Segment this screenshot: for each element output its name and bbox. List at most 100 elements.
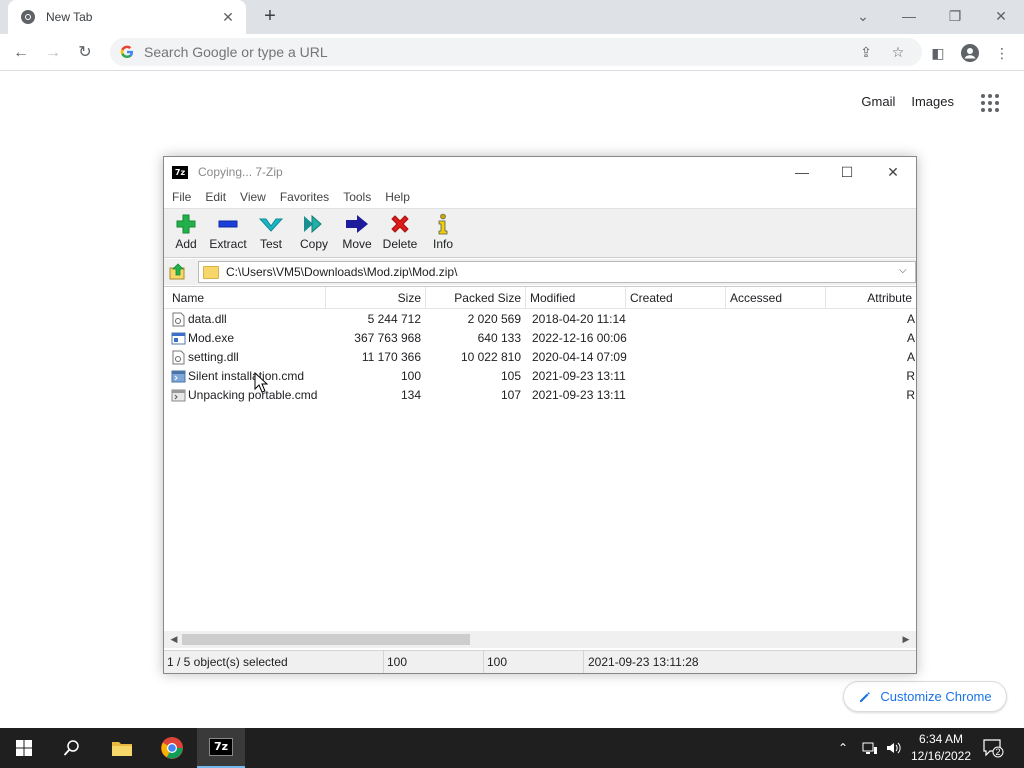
menu-help[interactable]: Help — [385, 187, 417, 207]
back-icon[interactable]: ← — [8, 40, 34, 66]
clock-time: 6:34 AM — [918, 732, 964, 746]
folder-up-icon[interactable] — [169, 263, 187, 281]
column-attribute[interactable]: Attribute — [826, 287, 916, 309]
menu-icon[interactable]: ⋮ — [990, 41, 1014, 65]
chrome-taskbar-button[interactable] — [148, 728, 196, 768]
arrow-right-icon — [346, 215, 368, 233]
test-button[interactable]: Test — [249, 212, 293, 256]
menu-file[interactable]: File — [172, 187, 198, 207]
double-arrow-icon — [304, 214, 322, 234]
status-selection: 1 / 5 object(s) selected — [164, 651, 384, 673]
info-icon — [438, 213, 448, 235]
x-icon — [391, 215, 409, 233]
restore-button[interactable]: ❐ — [935, 4, 975, 28]
omnibox-input[interactable] — [144, 44, 784, 60]
tab-new-tab[interactable]: New Tab ✕ — [8, 0, 246, 34]
customize-chrome-button[interactable]: Customize Chrome — [843, 681, 1007, 712]
delete-button[interactable]: Delete — [378, 212, 422, 256]
close-button[interactable]: ✕ — [981, 4, 1021, 28]
7zip-address-bar: C:\Users\VM5\Downloads\Mod.zip\Mod.zip\ … — [164, 259, 916, 285]
7zip-status-bar: 1 / 5 object(s) selected 100 100 2021-09… — [164, 650, 916, 673]
status-packed: 100 — [484, 651, 584, 673]
column-packed-size[interactable]: Packed Size — [426, 287, 526, 309]
copy-button[interactable]: Copy — [292, 212, 336, 256]
tab-close-icon[interactable]: ✕ — [220, 9, 236, 25]
check-icon — [259, 218, 283, 232]
pencil-icon — [860, 691, 871, 702]
chrome-icon — [21, 10, 35, 24]
minus-icon — [218, 220, 238, 228]
file-row-selected[interactable]: Silent installation.cmd 100 105 2021-09-… — [164, 367, 916, 386]
move-button[interactable]: Move — [335, 212, 379, 256]
scroll-right-icon[interactable]: ▶ — [898, 632, 914, 647]
share-icon[interactable]: ⇪ — [856, 42, 876, 62]
file-explorer-button[interactable] — [98, 728, 146, 768]
ntp-links: Gmail Images — [861, 94, 954, 109]
file-explorer-icon — [112, 742, 132, 756]
column-created[interactable]: Created — [626, 287, 726, 309]
chrome-icon — [161, 737, 183, 759]
7zip-maximize-button[interactable]: ☐ — [825, 160, 869, 184]
info-button[interactable]: Info — [421, 212, 465, 256]
apps-grid-icon[interactable] — [981, 94, 999, 112]
7zip-menu-bar: File Edit View Favorites Tools Help — [164, 187, 916, 207]
path-field[interactable]: C:\Users\VM5\Downloads\Mod.zip\Mod.zip\ … — [198, 261, 916, 283]
7zip-taskbar-button[interactable]: 7z — [197, 728, 245, 768]
menu-edit[interactable]: Edit — [205, 187, 233, 207]
customize-label: Customize Chrome — [880, 689, 992, 704]
file-row[interactable]: setting.dll 11 170 366 10 022 810 2020-0… — [164, 348, 916, 367]
file-row[interactable]: Unpacking portable.cmd 134 107 2021-09-2… — [164, 386, 916, 405]
bookmark-star-icon[interactable]: ☆ — [888, 42, 908, 62]
chrome-toolbar: ← → ↻ ⇪ ☆ ◧ ⋮ — [0, 34, 1024, 71]
network-icon[interactable] — [862, 728, 878, 768]
file-list[interactable]: Name Size Packed Size Modified Created A… — [164, 286, 916, 633]
column-size[interactable]: Size — [326, 287, 426, 309]
chevron-down-icon[interactable]: ⌵ — [899, 265, 911, 279]
search-icon — [63, 740, 79, 756]
windows-logo-icon — [16, 740, 32, 756]
status-size: 100 — [384, 651, 484, 673]
images-link[interactable]: Images — [911, 94, 954, 109]
omnibox[interactable]: ⇪ ☆ — [110, 38, 922, 66]
tab-title: New Tab — [46, 10, 93, 24]
search-button[interactable] — [48, 728, 96, 768]
extract-button[interactable]: Extract — [206, 212, 250, 256]
file-row[interactable]: data.dll 5 244 712 2 020 569 2018-04-20 … — [164, 310, 916, 329]
side-panel-icon[interactable]: ◧ — [926, 41, 950, 65]
add-button[interactable]: Add — [164, 212, 208, 256]
horizontal-scrollbar[interactable]: ◀ ▶ — [164, 631, 916, 648]
7zip-window: 7z Copying... 7-Zip — ☐ ✕ File Edit View… — [163, 156, 917, 674]
file-row[interactable]: Mod.exe 367 763 968 640 133 2022-12-16 0… — [164, 329, 916, 348]
tray-chevron-icon[interactable]: ⌃ — [838, 728, 848, 768]
menu-tools[interactable]: Tools — [343, 187, 378, 207]
dll-file-icon — [172, 350, 185, 365]
forward-icon[interactable]: → — [40, 40, 66, 66]
status-modified: 2021-09-23 13:11:28 — [588, 655, 699, 669]
scrollbar-thumb[interactable] — [182, 634, 470, 645]
column-name[interactable]: Name — [168, 287, 326, 309]
start-button[interactable] — [0, 728, 48, 768]
new-tab-button[interactable]: + — [258, 6, 282, 28]
7zip-title-bar[interactable]: 7z Copying... 7-Zip — ☐ ✕ — [164, 157, 916, 187]
path-text: C:\Users\VM5\Downloads\Mod.zip\Mod.zip\ — [226, 265, 458, 279]
column-accessed[interactable]: Accessed — [726, 287, 826, 309]
exe-file-icon — [171, 332, 186, 345]
minimize-button[interactable]: — — [889, 4, 929, 28]
reload-icon[interactable]: ↻ — [72, 40, 98, 66]
7zip-toolbar: Add Extract Test Copy Move Delete Info — [164, 208, 916, 258]
gmail-link[interactable]: Gmail — [861, 94, 895, 109]
menu-favorites[interactable]: Favorites — [280, 187, 336, 207]
taskbar-clock[interactable]: 6:34 AM 12/16/2022 — [908, 731, 974, 765]
7zip-minimize-button[interactable]: — — [780, 160, 824, 184]
menu-view[interactable]: View — [240, 187, 273, 207]
tab-search-icon[interactable]: ⌄ — [843, 4, 883, 28]
7zip-close-button[interactable]: ✕ — [871, 160, 915, 184]
volume-icon[interactable] — [886, 728, 902, 768]
7zip-logo-icon: 7z — [209, 738, 233, 756]
chrome-tab-strip: New Tab ✕ + ⌄ — ❐ ✕ — [0, 0, 1024, 34]
scroll-left-icon[interactable]: ◀ — [166, 632, 182, 647]
notification-center-icon[interactable]: 2 — [982, 728, 1004, 768]
profile-icon[interactable] — [958, 41, 982, 65]
file-list-header: Name Size Packed Size Modified Created A… — [164, 287, 916, 309]
column-modified[interactable]: Modified — [526, 287, 626, 309]
